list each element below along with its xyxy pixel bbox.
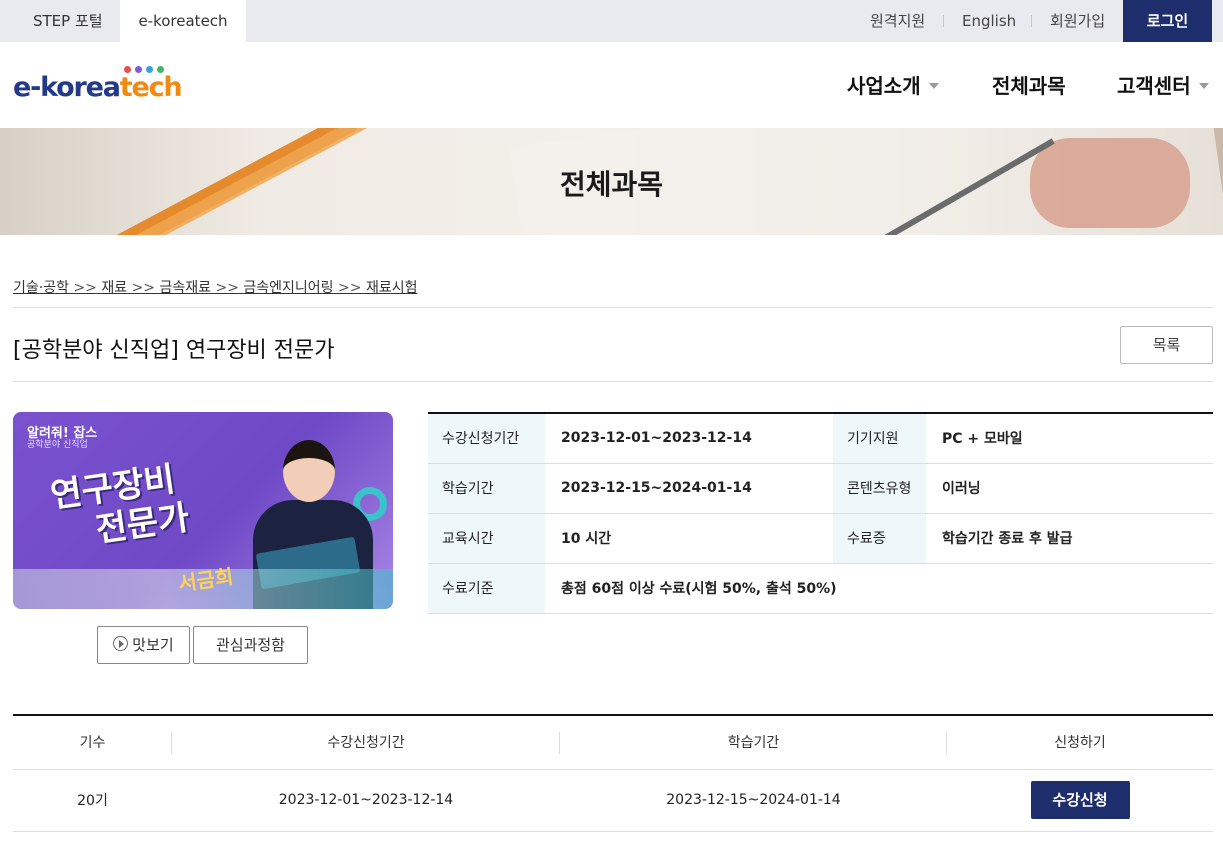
info-value: 총점 60점 이상 수료(시험 50%, 출석 50%) <box>545 563 1213 614</box>
schedule-table: 기수 수강신청기간 학습기간 신청하기 20기 2023-12-01~2023-… <box>13 714 1213 832</box>
e-koreatech-logo[interactable]: e-koreatech <box>13 66 183 108</box>
preview-button[interactable]: 맛보기 <box>97 626 190 664</box>
study-period-cell: 2023-12-15~2024-01-14 <box>560 769 947 832</box>
term-cell: 20기 <box>13 769 172 832</box>
info-label: 수료증 <box>833 513 926 564</box>
enroll-period-cell: 2023-12-01~2023-12-14 <box>172 769 560 832</box>
tab-step-portal[interactable]: STEP 포털 <box>33 0 103 42</box>
play-icon <box>113 636 129 651</box>
nav-business-intro[interactable]: 사업소개 <box>847 70 939 99</box>
divider <box>13 381 1213 382</box>
action-cell: 수강신청 <box>947 769 1213 832</box>
chevron-down-icon <box>928 82 939 89</box>
add-interest-button[interactable]: 관심과정함 <box>193 626 308 664</box>
top-utility-bar: STEP 포털 e-koreatech 원격지원 English 회원가입 로그… <box>0 0 1223 42</box>
remote-support-link[interactable]: 원격지원 <box>870 0 925 42</box>
divider <box>1031 15 1032 27</box>
info-value: 학습기간 종료 후 발급 <box>926 513 1213 564</box>
column-header: 기수 <box>13 715 172 770</box>
tab-e-koreatech[interactable]: e-koreatech <box>120 0 246 42</box>
info-value: PC + 모바일 <box>926 413 1213 464</box>
english-link[interactable]: English <box>962 0 1016 42</box>
info-label: 수강신청기간 <box>428 413 545 464</box>
column-header: 학습기간 <box>560 715 947 770</box>
info-label: 기기지원 <box>833 413 926 464</box>
info-value: 2023-12-15~2024-01-14 <box>545 463 833 514</box>
divider <box>943 15 944 27</box>
info-value: 10 시간 <box>545 513 833 564</box>
logo-dots <box>124 66 184 76</box>
info-value: 이러닝 <box>926 463 1213 514</box>
column-header: 수강신청기간 <box>172 715 560 770</box>
banner-title: 전체과목 <box>559 168 664 201</box>
join-link[interactable]: 회원가입 <box>1050 0 1105 42</box>
column-header: 신청하기 <box>947 715 1213 770</box>
page-banner: 전체과목 <box>0 128 1223 235</box>
nav-customer-center[interactable]: 고객센터 <box>1117 70 1209 99</box>
breadcrumb[interactable]: 기술·공학 >> 재료 >> 금속재료 >> 금속엔지니어링 >> 재료시험 <box>13 277 417 297</box>
info-label: 콘텐츠유형 <box>833 463 926 514</box>
nav-all-courses[interactable]: 전체과목 <box>992 70 1066 99</box>
apply-button[interactable]: 수강신청 <box>1030 781 1130 819</box>
info-label: 교육시간 <box>428 513 545 564</box>
course-info-table: 수강신청기간 2023-12-01~2023-12-14 기기지원 PC + 모… <box>428 412 1213 614</box>
chevron-down-icon <box>1198 82 1209 89</box>
info-value: 2023-12-01~2023-12-14 <box>545 413 833 464</box>
info-label: 수료기준 <box>428 563 545 614</box>
page-title: [공학분야 신직업] 연구장비 전문가 <box>13 338 335 363</box>
info-label: 학습기간 <box>428 463 545 514</box>
divider <box>13 307 1213 308</box>
site-header: e-koreatech 사업소개 전체과목 고객센터 <box>0 42 1223 128</box>
login-button[interactable]: 로그인 <box>1123 0 1212 42</box>
table-row: 20기 2023-12-01~2023-12-14 2023-12-15~202… <box>13 769 1213 832</box>
thumbnail-title: 연구장비 전문가 <box>48 459 192 551</box>
list-button[interactable]: 목록 <box>1120 326 1213 364</box>
course-thumbnail: 알려줘! 잡스 공학분야 신직업 연구장비 전문가 서금희 <box>13 412 393 609</box>
